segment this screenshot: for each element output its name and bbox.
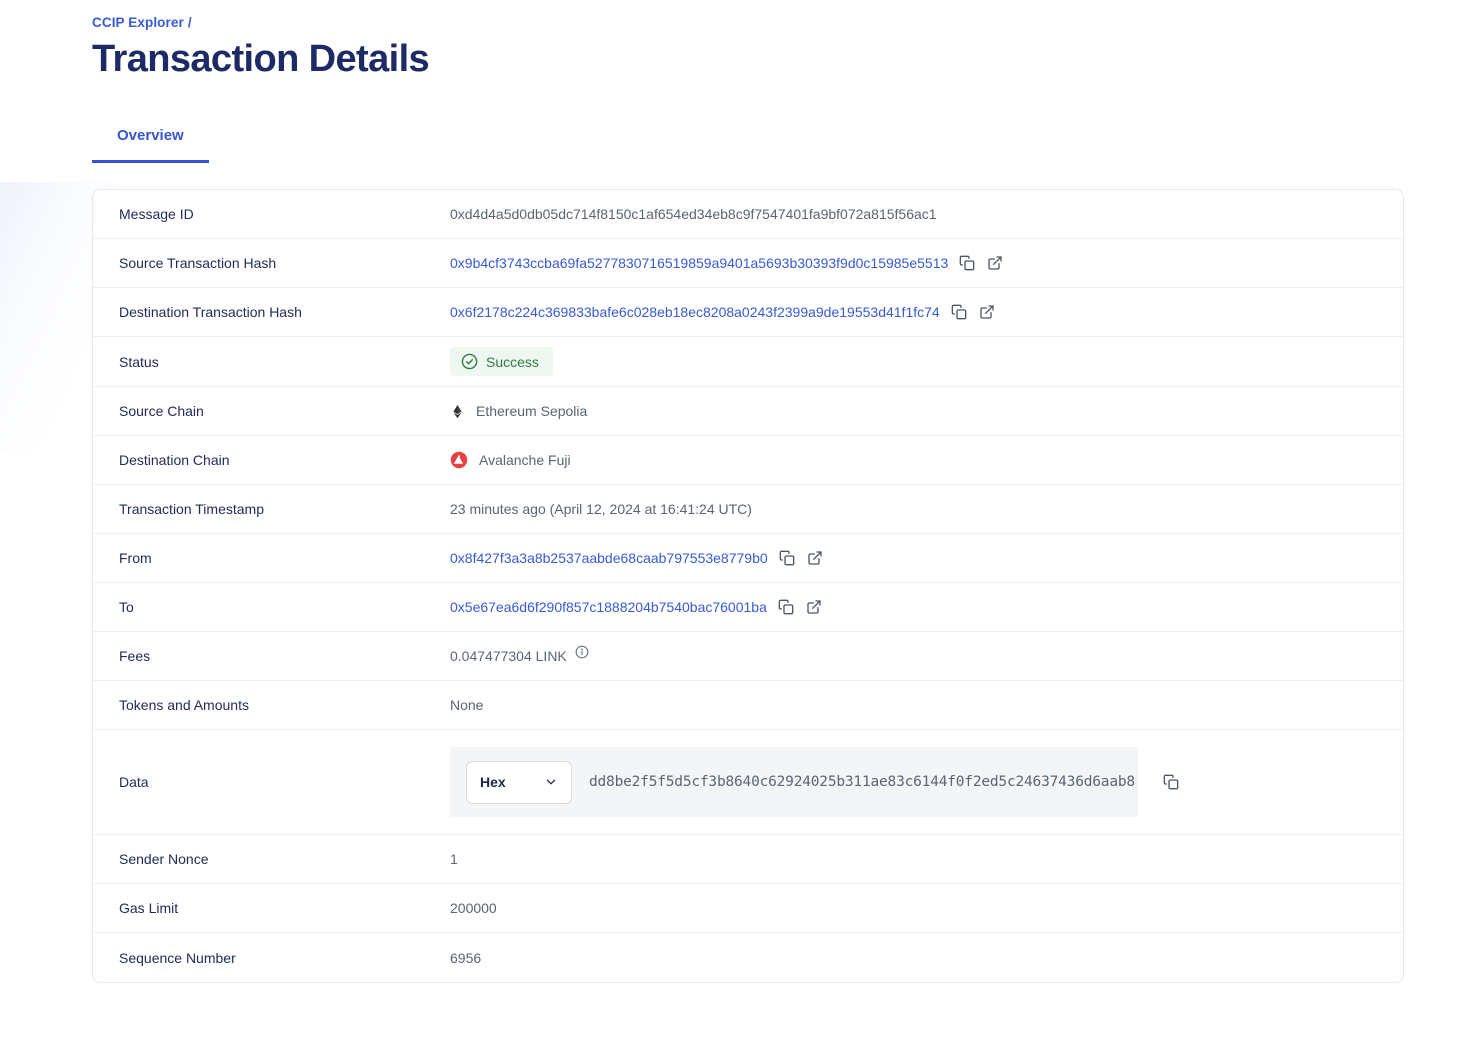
sequence-number-value: 6956 bbox=[450, 950, 481, 966]
ethereum-icon bbox=[450, 403, 465, 420]
copy-icon[interactable] bbox=[950, 303, 968, 321]
table-row-gas-limit: Gas Limit 200000 bbox=[93, 884, 1403, 933]
table-row-tokens-and-amounts: Tokens and Amounts None bbox=[93, 681, 1403, 730]
main-content: CCIP Explorer / Transaction Details Overv… bbox=[92, 0, 1404, 983]
row-label: Gas Limit bbox=[93, 900, 450, 916]
fees-value: 0.047477304 LINK bbox=[450, 648, 567, 664]
row-label: Data bbox=[93, 774, 450, 790]
tab-bar: Overview bbox=[92, 127, 1404, 163]
dest-chain-name: Avalanche Fuji bbox=[479, 452, 571, 468]
breadcrumb-ccip-explorer-link[interactable]: CCIP Explorer bbox=[92, 15, 184, 30]
sender-nonce-value: 1 bbox=[450, 851, 458, 867]
row-label: Message ID bbox=[93, 206, 450, 222]
data-hex-value: dd8be2f5f5d5cf3b8640c62924025b311ae83c61… bbox=[589, 774, 1135, 790]
table-row-to: To 0x5e67ea6d6f290f857c1888204b7540bac76… bbox=[93, 583, 1403, 632]
copy-icon[interactable] bbox=[777, 598, 795, 616]
source-chain-name: Ethereum Sepolia bbox=[476, 403, 587, 419]
table-row-dest-tx-hash: Destination Transaction Hash 0x6f2178c22… bbox=[93, 288, 1403, 337]
table-row-timestamp: Transaction Timestamp 23 minutes ago (Ap… bbox=[93, 485, 1403, 534]
chevron-down-icon bbox=[544, 775, 558, 789]
info-icon[interactable] bbox=[575, 645, 589, 659]
external-link-icon[interactable] bbox=[978, 303, 996, 321]
table-row-source-chain: Source Chain Ethereum Sepolia bbox=[93, 387, 1403, 436]
row-label: To bbox=[93, 599, 450, 615]
data-hex-panel: Hex dd8be2f5f5d5cf3b8640c62924025b311ae8… bbox=[450, 747, 1138, 817]
external-link-icon[interactable] bbox=[986, 254, 1004, 272]
breadcrumb: CCIP Explorer / bbox=[92, 15, 1404, 30]
row-label: Source Transaction Hash bbox=[93, 255, 450, 271]
breadcrumb-separator: / bbox=[188, 15, 192, 30]
data-format-select[interactable]: Hex bbox=[466, 761, 572, 804]
row-label: Destination Chain bbox=[93, 452, 450, 468]
external-link-icon[interactable] bbox=[805, 598, 823, 616]
status-badge-label: Success bbox=[486, 354, 539, 370]
row-label: Sequence Number bbox=[93, 950, 450, 966]
row-label: Status bbox=[93, 354, 450, 370]
tokens-and-amounts-value: None bbox=[450, 697, 483, 713]
table-row-from: From 0x8f427f3a3a8b2537aabde68caab797553… bbox=[93, 534, 1403, 583]
page-title: Transaction Details bbox=[92, 38, 1404, 81]
table-row-dest-chain: Destination Chain Avalanche Fuji bbox=[93, 436, 1403, 485]
message-id-value: 0xd4d4a5d0db05dc714f8150c1af654ed34eb8c9… bbox=[450, 206, 937, 222]
from-address-link[interactable]: 0x8f427f3a3a8b2537aabde68caab797553e8779… bbox=[450, 550, 768, 566]
row-label: Fees bbox=[93, 648, 450, 664]
avalanche-icon bbox=[450, 451, 468, 469]
external-link-icon[interactable] bbox=[806, 549, 824, 567]
gas-limit-value: 200000 bbox=[450, 900, 497, 916]
row-label: From bbox=[93, 550, 450, 566]
to-address-link[interactable]: 0x5e67ea6d6f290f857c1888204b7540bac76001… bbox=[450, 599, 767, 615]
row-label: Transaction Timestamp bbox=[93, 501, 450, 517]
row-label: Sender Nonce bbox=[93, 851, 450, 867]
source-tx-hash-link[interactable]: 0x9b4cf3743ccba69fa5277830716519859a9401… bbox=[450, 255, 948, 271]
tab-overview[interactable]: Overview bbox=[92, 127, 209, 163]
copy-icon[interactable] bbox=[958, 254, 976, 272]
dest-tx-hash-link[interactable]: 0x6f2178c224c369833bafe6c028eb18ec8208a0… bbox=[450, 304, 940, 320]
tab-bar-divider bbox=[92, 162, 1404, 163]
row-label: Destination Transaction Hash bbox=[93, 304, 450, 320]
status-badge: Success bbox=[450, 347, 553, 376]
row-label: Tokens and Amounts bbox=[93, 697, 450, 713]
transaction-details-card: Message ID 0xd4d4a5d0db05dc714f8150c1af6… bbox=[92, 189, 1404, 983]
row-label: Source Chain bbox=[93, 403, 450, 419]
timestamp-value: 23 minutes ago (April 12, 2024 at 16:41:… bbox=[450, 501, 752, 517]
table-row-data: Data Hex dd8be2f5f5d5cf3b8640c62924025b3… bbox=[93, 730, 1403, 835]
copy-icon[interactable] bbox=[778, 549, 796, 567]
check-circle-icon bbox=[461, 353, 478, 370]
table-row-source-tx-hash: Source Transaction Hash 0x9b4cf3743ccba6… bbox=[93, 239, 1403, 288]
table-row-message-id: Message ID 0xd4d4a5d0db05dc714f8150c1af6… bbox=[93, 190, 1403, 239]
table-row-sequence-number: Sequence Number 6956 bbox=[93, 933, 1403, 982]
copy-icon[interactable] bbox=[1162, 773, 1180, 791]
table-row-fees: Fees 0.047477304 LINK bbox=[93, 632, 1403, 681]
table-row-sender-nonce: Sender Nonce 1 bbox=[93, 835, 1403, 884]
data-format-selected: Hex bbox=[480, 774, 506, 790]
table-row-status: Status Success bbox=[93, 337, 1403, 387]
